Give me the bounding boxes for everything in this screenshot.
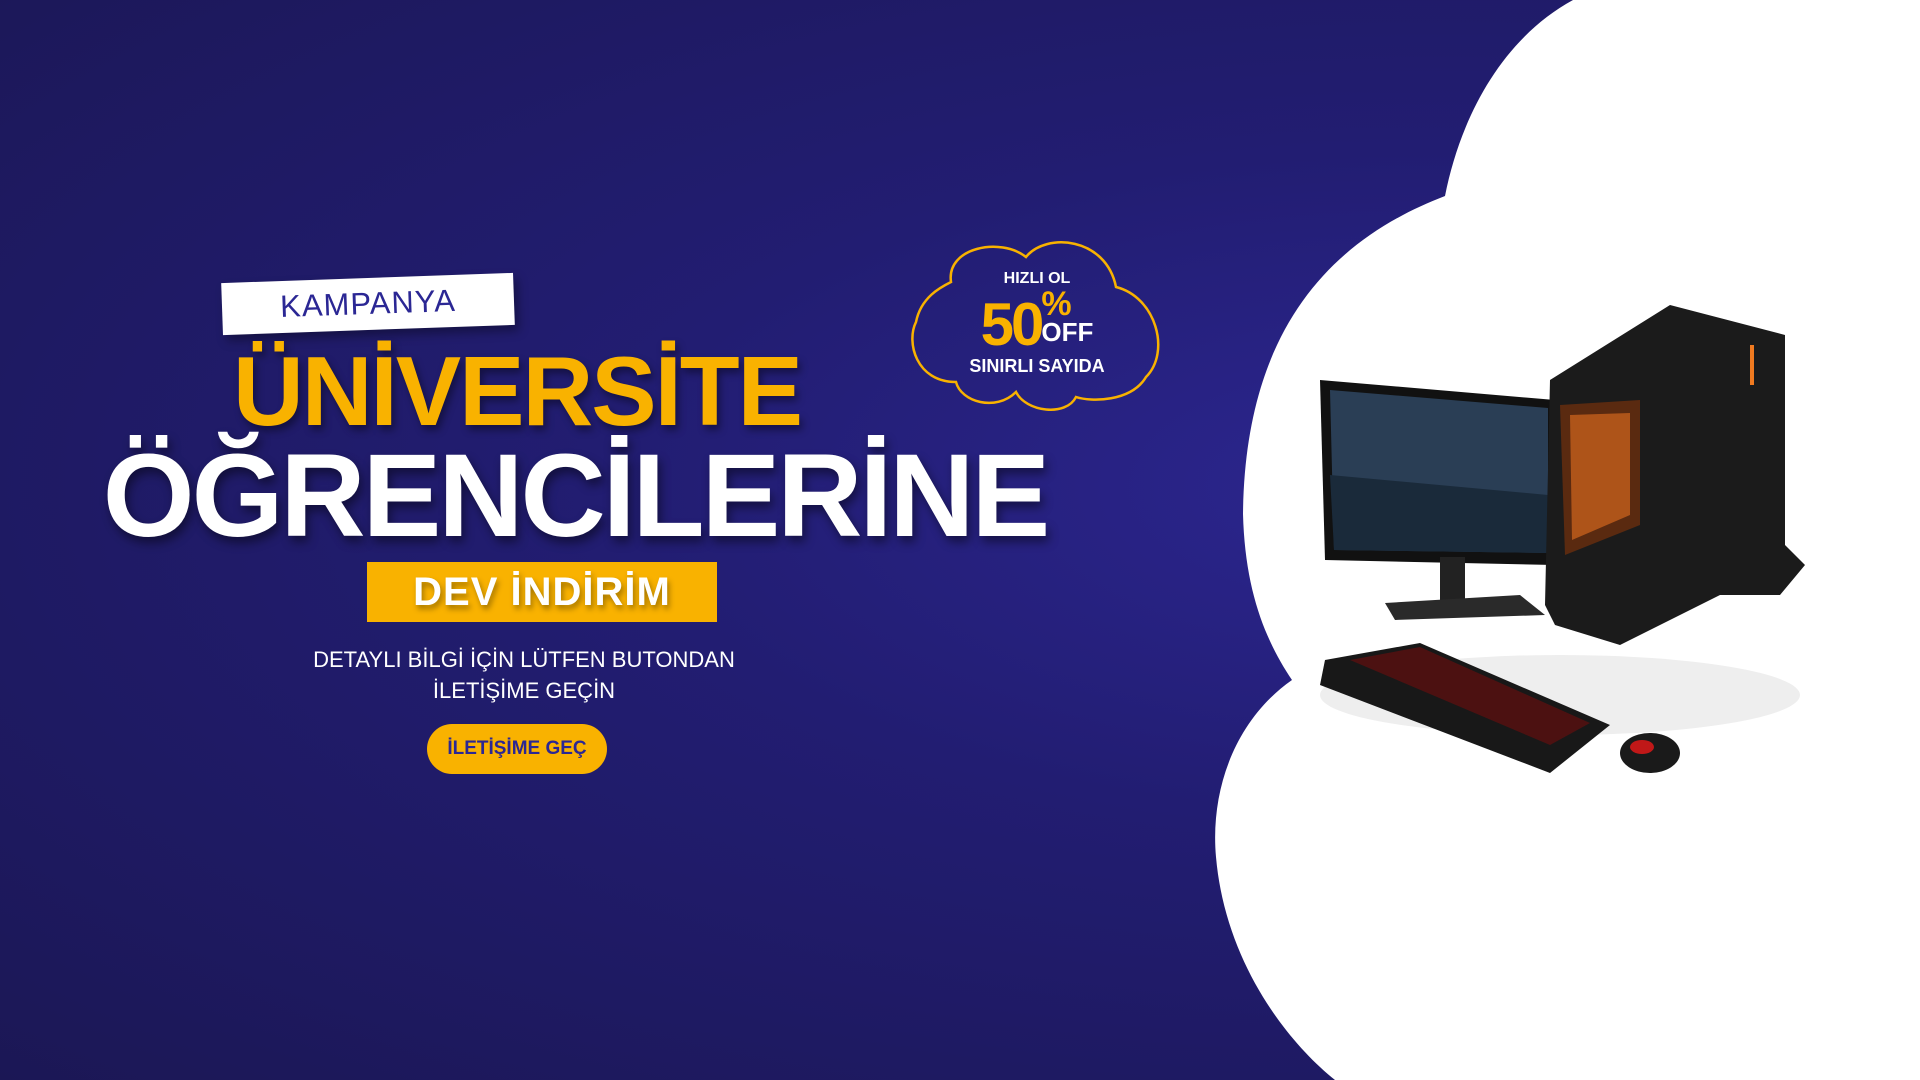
info-text: DETAYLI BİLGİ İÇİN LÜTFEN BUTONDAN İLETİ… [274,644,774,706]
discount-highlight: DEV İNDİRİM [367,562,717,622]
badge-bottom-text: SINIRLI SAYIDA [969,356,1105,376]
badge-percent-row: 50% OFF [906,285,1168,358]
badge-top-text: HIZLI OL [1003,270,1071,287]
campaign-tag: KAMPANYA [221,272,515,336]
discount-badge: HIZLI OL 50% OFF SINIRLI SAYIDA [906,232,1168,412]
info-line1: DETAYLI BİLGİ İÇİN LÜTFEN BUTONDAN [313,647,735,672]
badge-off: OFF [1041,317,1094,347]
headline-line2: ÖĞRENCİLERİNE [102,430,1050,562]
badge-percent: 50 [980,291,1045,358]
gaming-pc-image [1320,305,1805,773]
info-line2: İLETİŞİME GEÇİN [432,678,616,703]
badge-percent-sign: % [1041,285,1072,323]
contact-button[interactable]: İLETİŞİME GEÇ [427,724,607,774]
